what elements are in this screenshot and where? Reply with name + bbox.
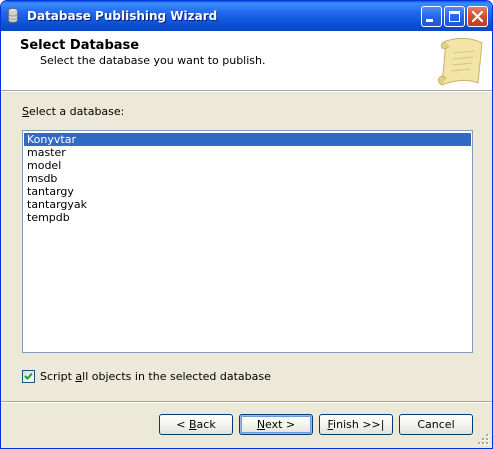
button-separator-highlight: [1, 402, 492, 403]
page-title: Select Database: [20, 38, 140, 53]
back-button[interactable]: < Back: [159, 414, 233, 435]
maximize-button[interactable]: [444, 6, 465, 27]
script-all-label[interactable]: Script all objects in the selected datab…: [40, 370, 271, 383]
wizard-header: Select Database Select the database you …: [1, 31, 492, 91]
database-listbox[interactable]: Konyvtar master model msdb tantargy tantargya…: [22, 130, 473, 353]
window-title: Database Publishing Wizard: [27, 9, 218, 23]
page-subtitle: Select the database you want to publish.: [40, 54, 266, 67]
title-bar[interactable]: Database Publishing Wizard: [1, 1, 492, 31]
maximize-icon: [449, 11, 460, 22]
checkmark-icon: [24, 372, 33, 380]
database-list-item[interactable]: tempdb: [24, 211, 471, 224]
next-button[interactable]: Next >: [239, 414, 313, 435]
wizard-window: Database Publishing Wizard Select Databa…: [0, 0, 493, 449]
database-list-item[interactable]: tantargy: [24, 185, 471, 198]
database-list-item[interactable]: master: [24, 146, 471, 159]
minimize-button[interactable]: [421, 6, 442, 27]
scroll-icon: [437, 37, 483, 86]
database-icon: [8, 8, 18, 23]
database-list-item[interactable]: Konyvtar: [24, 133, 471, 146]
header-divider: [1, 91, 492, 92]
script-all-checkbox[interactable]: [22, 370, 35, 383]
cancel-button[interactable]: Cancel: [399, 414, 473, 435]
finish-button[interactable]: Finish >>|: [319, 414, 393, 435]
close-icon: [471, 10, 484, 23]
select-database-label: Select a database:: [22, 105, 125, 118]
database-list-item[interactable]: tantargyak: [24, 198, 471, 211]
minimize-icon: [426, 19, 433, 22]
close-window-button[interactable]: [467, 6, 488, 27]
resize-grip-icon[interactable]: [478, 434, 490, 446]
database-list-item[interactable]: msdb: [24, 172, 471, 185]
database-list-item[interactable]: model: [24, 159, 471, 172]
